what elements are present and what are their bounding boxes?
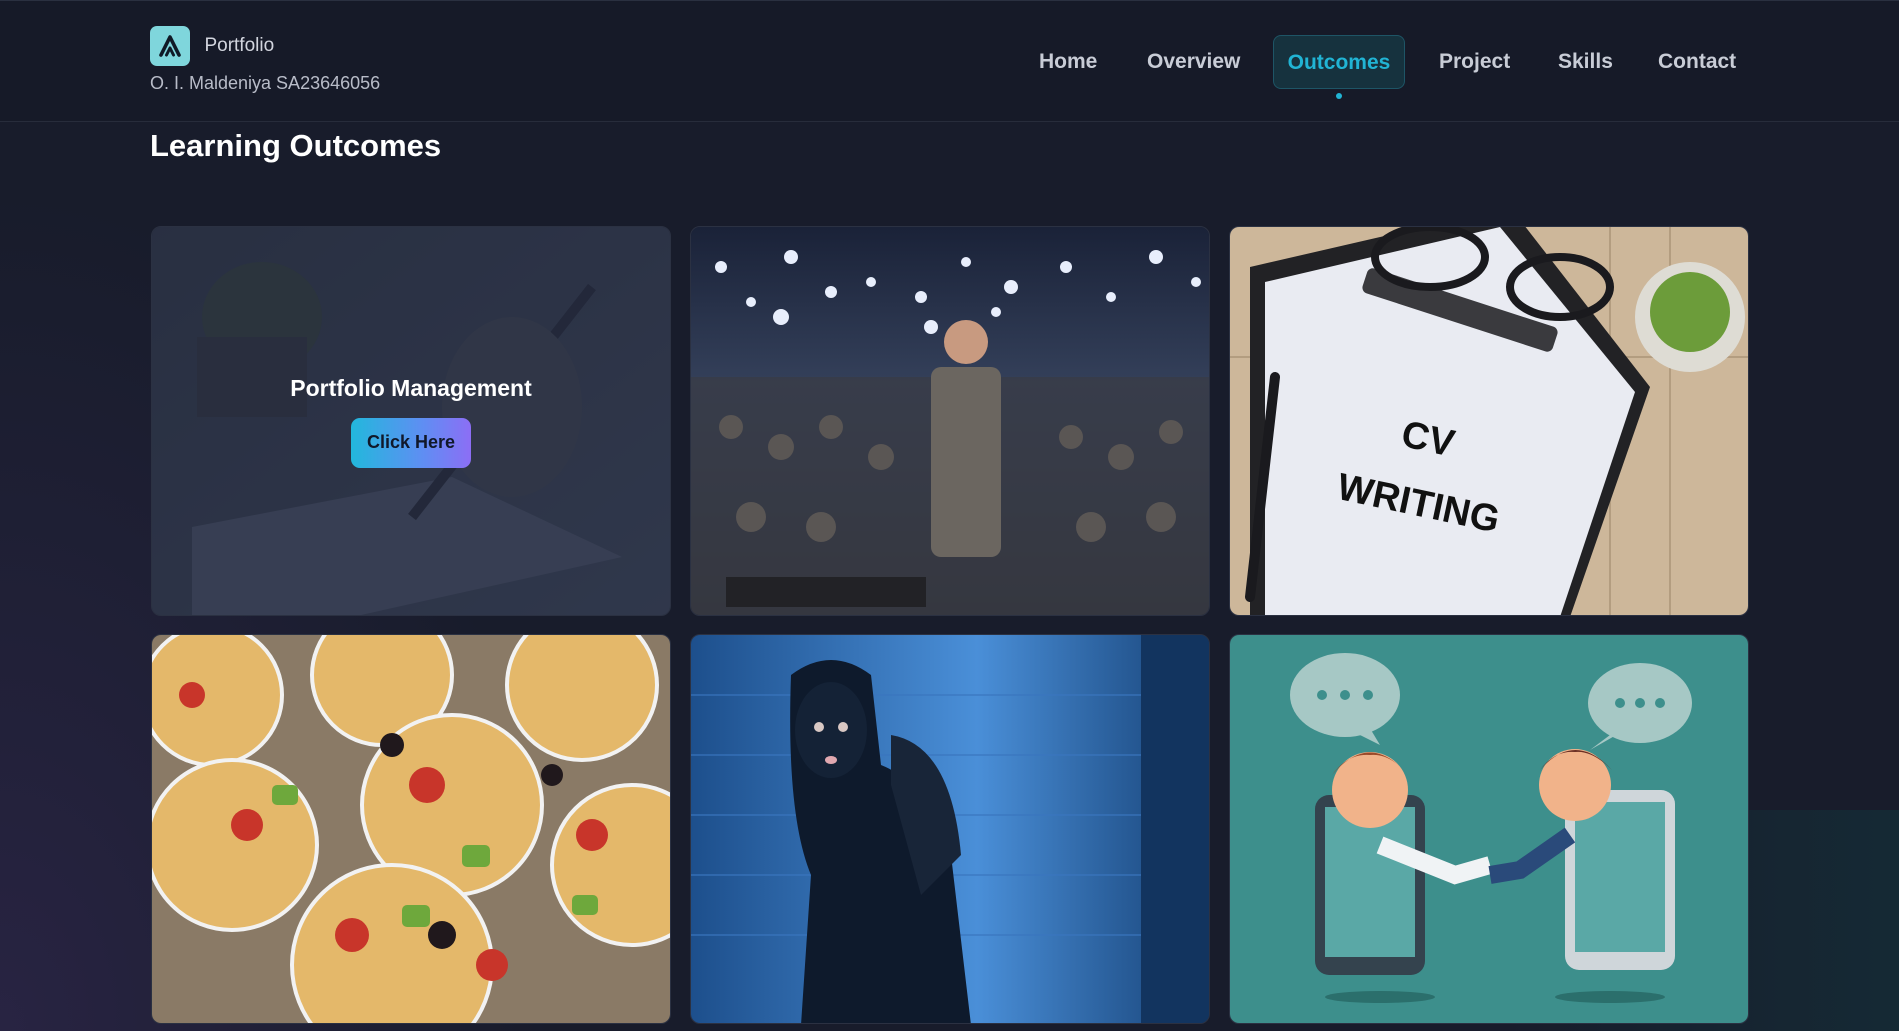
card-title: Portfolio Management: [290, 374, 532, 401]
card-portfolio-management[interactable]: Portfolio Management Click Here: [151, 226, 671, 616]
pasta-salad-image: [152, 635, 670, 1023]
speaker-image: [691, 227, 1209, 615]
card-cyber-security[interactable]: [690, 634, 1210, 1024]
nav-outcomes[interactable]: Outcomes: [1273, 35, 1405, 89]
card-public-speaking[interactable]: [690, 226, 1210, 616]
main-nav: Home Overview Outcomes Project Skills Co…: [0, 35, 1899, 89]
top-header: Portfolio O. I. Maldeniya SA23646056 Hom…: [0, 0, 1899, 122]
nav-project[interactable]: Project: [1422, 35, 1527, 89]
cv-writing-image: CV WRITING: [1230, 227, 1748, 615]
card-overlay: Portfolio Management Click Here: [152, 227, 670, 615]
card-cv-writing[interactable]: CV WRITING: [1229, 226, 1749, 616]
card-pasta-salad[interactable]: [151, 634, 671, 1024]
nav-overview[interactable]: Overview: [1130, 35, 1257, 89]
handshake-image: [1230, 635, 1748, 1023]
nav-skills[interactable]: Skills: [1541, 35, 1630, 89]
card-communication[interactable]: [1229, 634, 1749, 1024]
hooded-figure-image: [691, 635, 1209, 1023]
active-indicator: [1336, 93, 1342, 99]
click-here-button[interactable]: Click Here: [350, 417, 472, 468]
nav-home[interactable]: Home: [1022, 35, 1114, 89]
page-title: Learning Outcomes: [150, 128, 442, 163]
nav-contact[interactable]: Contact: [1641, 35, 1753, 89]
